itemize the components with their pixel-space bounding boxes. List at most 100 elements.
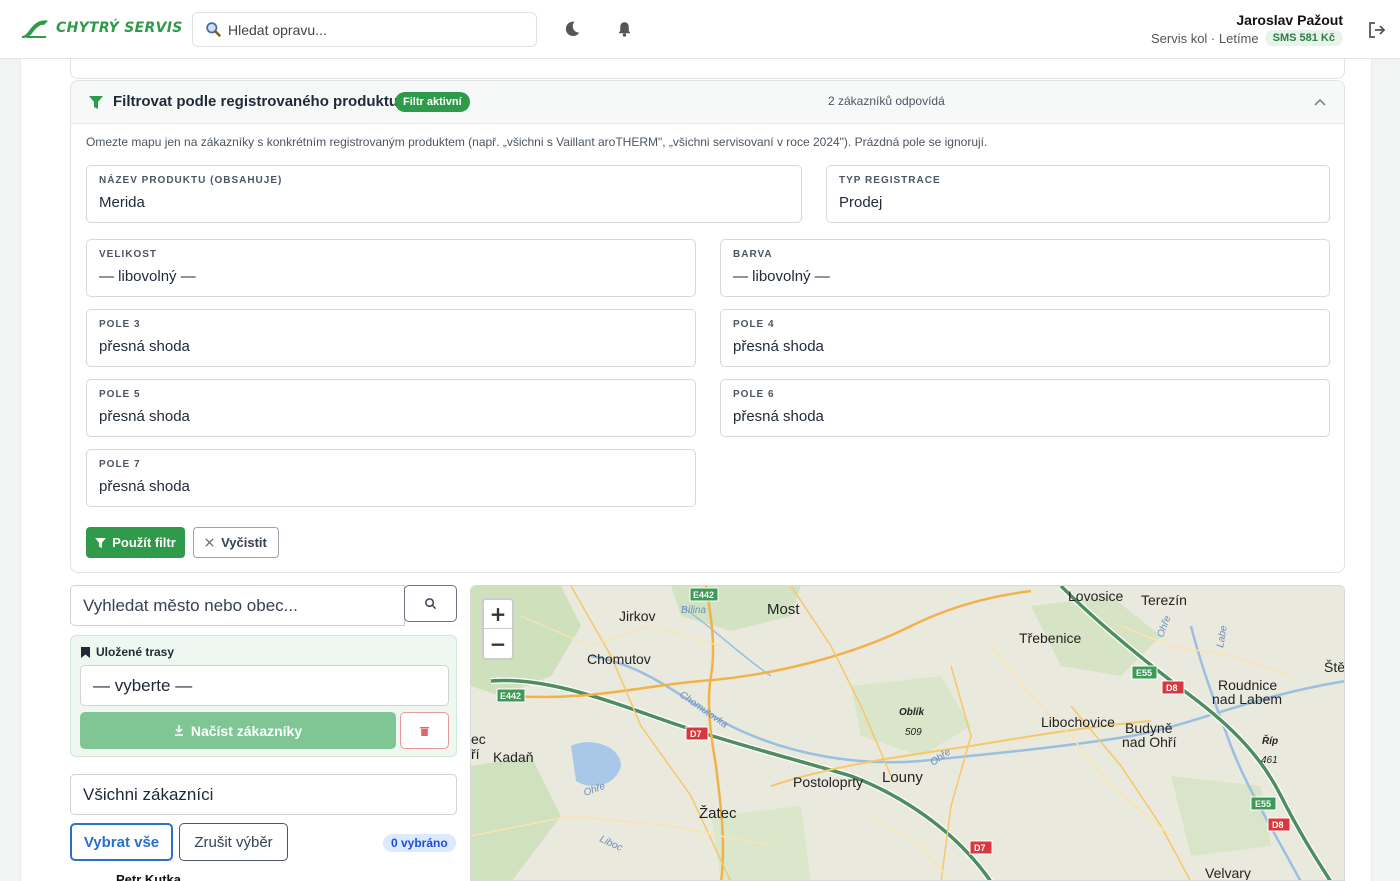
field-4-value: přesná shoda xyxy=(733,338,824,355)
product-filter-header[interactable]: Filtrovat podle registrovaného produktu … xyxy=(71,81,1344,124)
place-label-edge-ri: ří xyxy=(471,746,480,762)
place-label-edge-ec: ec xyxy=(471,731,486,747)
funnel-icon xyxy=(95,537,107,548)
place-label-roudnice-line2: nad Labem xyxy=(1212,691,1282,707)
customer-group-select[interactable]: Všichni zákazníci xyxy=(70,774,457,815)
global-search[interactable] xyxy=(192,12,537,47)
search-icon xyxy=(206,22,221,37)
place-label-most: Most xyxy=(767,601,800,618)
zoom-out-button[interactable]: − xyxy=(484,629,512,658)
place-label-postoloprty: Postoloprty xyxy=(793,774,863,790)
match-count: 2 zákazníků odpovídá xyxy=(828,94,945,108)
product-name-field[interactable]: NÁZEV PRODUKTU (OBSAHUJE) Merida xyxy=(86,165,802,223)
load-customers-button[interactable]: Načíst zákazníky xyxy=(80,712,396,749)
city-search-input[interactable] xyxy=(83,595,393,616)
clear-filter-button[interactable]: Vyčistit xyxy=(193,527,279,558)
user-info[interactable]: Jaroslav Pažout Servis kol · Letíme SMS … xyxy=(1151,12,1343,46)
field-label: POLE 3 xyxy=(99,319,141,330)
notifications-bell-icon[interactable] xyxy=(616,20,633,38)
place-label-velvary: Velvary xyxy=(1205,865,1251,881)
field-7-value: přesná shoda xyxy=(99,478,190,495)
funnel-icon xyxy=(89,96,103,109)
road-shield-e55-south: E55 xyxy=(1255,799,1271,809)
dark-mode-icon[interactable] xyxy=(563,20,581,38)
saved-routes-select[interactable]: — vyberte — xyxy=(80,665,449,706)
field-label: VELIKOST xyxy=(99,249,158,260)
place-label-trebenice: Třebenice xyxy=(1019,630,1081,646)
trash-icon xyxy=(420,726,429,736)
apply-filter-button[interactable]: Použít filtr xyxy=(86,527,185,558)
bookmark-icon xyxy=(81,646,90,658)
chevron-up-icon[interactable] xyxy=(1314,97,1326,107)
size-select[interactable]: VELIKOST — libovolný — xyxy=(86,239,696,297)
select-all-button[interactable]: Vybrat vše xyxy=(70,823,173,861)
delete-route-button[interactable] xyxy=(400,712,449,749)
field-label: POLE 7 xyxy=(99,459,141,470)
road-shield-e442-west: E442 xyxy=(500,691,521,701)
apply-filter-label: Použít filtr xyxy=(112,535,176,550)
road-shield-d7-east: D7 xyxy=(974,843,986,853)
peak-height-oblik: 509 xyxy=(905,727,922,738)
customer-list-item[interactable]: Petr Kutka xyxy=(116,872,181,881)
clear-selection-button[interactable]: Zrušit výběr xyxy=(179,823,288,861)
filter-help-text: Omezte mapu jen na zákazníky s konkrétní… xyxy=(86,135,988,149)
field-label: BARVA xyxy=(733,249,773,260)
place-label-terezin: Terezín xyxy=(1141,592,1187,608)
place-label-zatec: Žatec xyxy=(699,805,737,822)
field-label: POLE 5 xyxy=(99,389,141,400)
road-shield-d7-west: D7 xyxy=(690,729,702,739)
place-label-budyne-line2: nad Ohří xyxy=(1122,734,1177,750)
color-value: — libovolný — xyxy=(733,268,830,285)
field-label: POLE 4 xyxy=(733,319,775,330)
filter-active-badge: Filtr aktivní xyxy=(395,92,470,112)
road-shield-d8-north: D8 xyxy=(1166,683,1178,693)
clear-filter-label: Vyčistit xyxy=(221,535,267,550)
field-6-select[interactable]: POLE 6 přesná shoda xyxy=(720,379,1330,437)
product-name-value[interactable]: Merida xyxy=(99,194,145,211)
close-icon xyxy=(205,538,214,547)
place-label-jirkov: Jirkov xyxy=(619,608,656,624)
brand-name: CHYTRÝ SERVIS xyxy=(56,20,183,36)
peak-label-oblik: Oblík xyxy=(899,707,924,718)
brand-logo[interactable]: CHYTRÝ SERVIS xyxy=(20,16,183,40)
saved-routes-title: Uložené trasy xyxy=(96,645,175,659)
peak-height-rip: 461 xyxy=(1261,755,1278,766)
filter-title: Filtrovat podle registrovaného produktu xyxy=(113,93,399,110)
logout-icon[interactable] xyxy=(1367,20,1387,40)
selected-count-badge: 0 vybráno xyxy=(383,834,456,852)
sms-credit-badge: SMS 581 Kč xyxy=(1264,30,1343,46)
place-label-louny: Louny xyxy=(882,769,923,786)
place-label-kadan: Kadaň xyxy=(493,749,533,765)
field-5-select[interactable]: POLE 5 přesná shoda xyxy=(86,379,696,437)
field-label: POLE 6 xyxy=(733,389,775,400)
registration-type-value: Prodej xyxy=(839,194,883,211)
city-search-field[interactable] xyxy=(70,585,405,626)
load-customers-label: Načíst zákazníky xyxy=(190,722,303,739)
previous-panel-edge xyxy=(70,59,1345,79)
city-search-button[interactable] xyxy=(404,585,457,622)
field-7-select[interactable]: POLE 7 přesná shoda xyxy=(86,449,696,507)
field-label: TYP REGISTRACE xyxy=(839,175,941,186)
field-4-select[interactable]: POLE 4 přesná shoda xyxy=(720,309,1330,367)
place-label-lovosice: Lovosice xyxy=(1068,588,1123,604)
color-select[interactable]: BARVA — libovolný — xyxy=(720,239,1330,297)
field-3-select[interactable]: POLE 3 přesná shoda xyxy=(86,309,696,367)
peak-label-rip: Říp xyxy=(1262,734,1278,747)
product-filter-panel: Filtrovat podle registrovaného produktu … xyxy=(70,80,1345,573)
field-6-value: přesná shoda xyxy=(733,408,824,425)
customer-map[interactable]: Most Jirkov Bílina Chomutov Kadaň Lovosi… xyxy=(470,585,1345,881)
road-shield-e55-north: E55 xyxy=(1136,668,1152,678)
user-org: Servis kol · Letíme xyxy=(1150,30,1259,46)
global-search-input[interactable] xyxy=(228,21,508,38)
map-zoom-control: + − xyxy=(482,598,514,660)
field-3-value: přesná shoda xyxy=(99,338,190,355)
logo-icon xyxy=(22,20,48,38)
road-shield-d8-south: D8 xyxy=(1272,820,1284,830)
zoom-in-button[interactable]: + xyxy=(484,600,512,629)
place-label-chomutov: Chomutov xyxy=(587,651,651,667)
place-label-libochovice: Libochovice xyxy=(1041,714,1115,730)
field-5-value: přesná shoda xyxy=(99,408,190,425)
saved-routes-box: Uložené trasy — vyberte — Načíst zákazní… xyxy=(70,635,457,757)
top-bar: CHYTRÝ SERVIS Jaroslav Pažout Servis kol… xyxy=(0,0,1400,59)
registration-type-select[interactable]: TYP REGISTRACE Prodej xyxy=(826,165,1330,223)
